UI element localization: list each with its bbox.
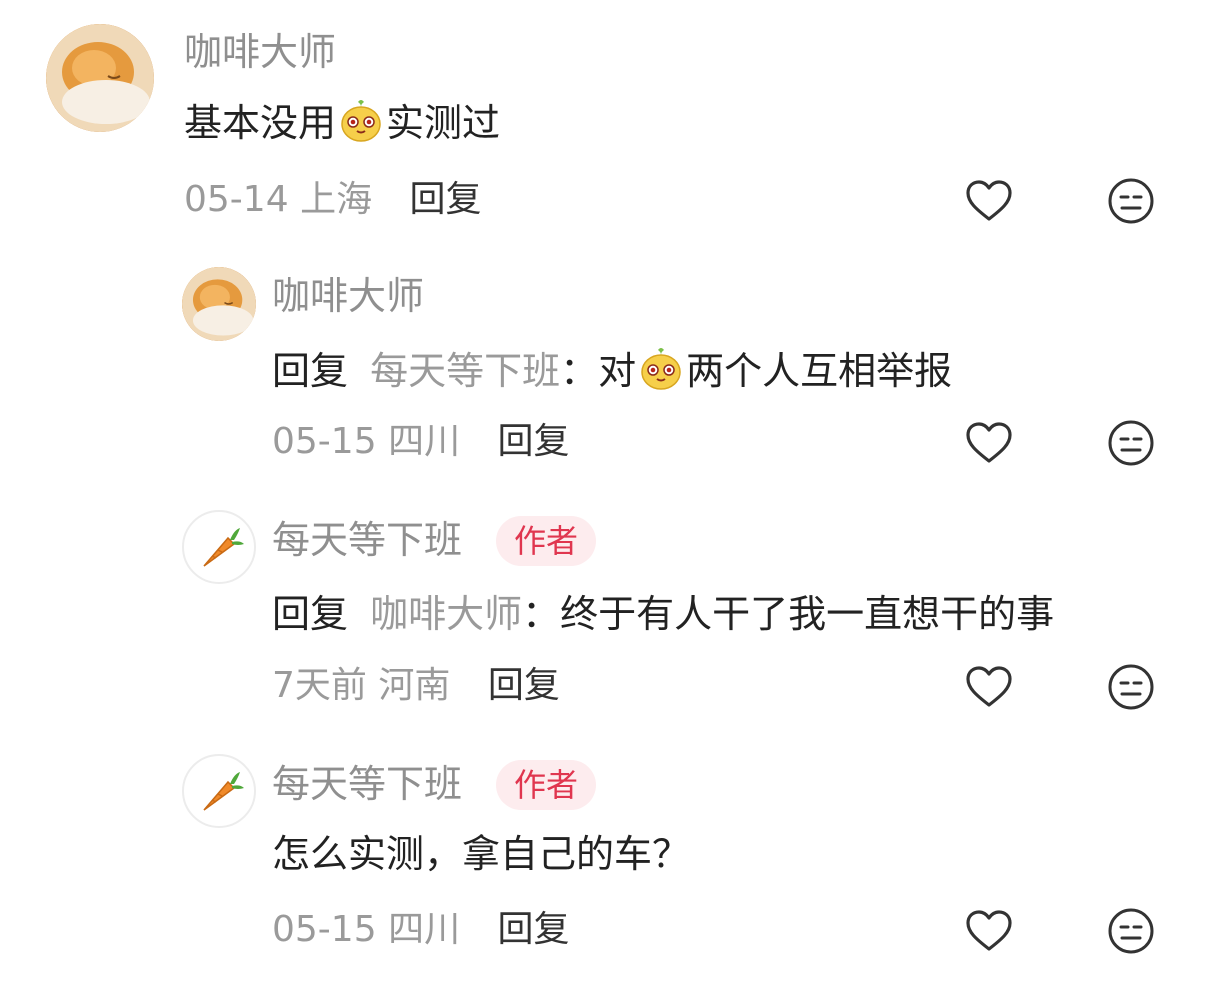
avatar[interactable] <box>182 754 256 828</box>
avatar[interactable] <box>182 510 256 584</box>
comment-meta: 05-14 上海 回复 <box>184 178 482 222</box>
reply-button[interactable]: 回复 <box>498 909 570 950</box>
heart-outline-icon[interactable] <box>964 906 1014 956</box>
neutral-face-icon[interactable] <box>1106 418 1156 468</box>
username[interactable]: 每天等下班 <box>272 762 462 806</box>
avatar[interactable] <box>46 24 154 132</box>
reply-item: 咖啡大师 回复 每天等下班：对 两个人互相举报 05-15 四川 回复 <box>0 250 1220 480</box>
comment-date: 05-15 <box>272 909 377 950</box>
reply-target-username[interactable]: 咖啡大师 <box>370 592 522 636</box>
username[interactable]: 每天等下班 <box>272 518 462 562</box>
comment-meta: 05-15 四川 回复 <box>272 908 570 952</box>
author-badge: 作者 <box>496 760 597 810</box>
comment-text-part: 两个人互相举报 <box>686 349 953 393</box>
reply-text: 怎么实测，拿自己的车？ <box>272 832 691 876</box>
comment-item: 咖啡大师 基本没用 实测过 05-14 上海 回复 <box>0 0 1220 240</box>
reply-button[interactable]: 回复 <box>498 421 570 462</box>
heart-outline-icon[interactable] <box>964 662 1014 712</box>
author-badge: 作者 <box>496 516 597 566</box>
comment-text-part: ：终于有人干了我一直想干的事 <box>522 592 1055 636</box>
mascot-emoji-icon <box>341 100 381 142</box>
cat-avatar-image <box>46 24 154 132</box>
reply-prefix: 回复 <box>272 592 349 636</box>
comment-location: 上海 <box>300 179 373 220</box>
comment-text: 基本没用 实测过 <box>184 98 500 147</box>
reply-prefix: 回复 <box>272 349 349 393</box>
mascot-emoji-icon <box>641 348 681 390</box>
neutral-face-icon[interactable] <box>1106 906 1156 956</box>
heart-outline-icon[interactable] <box>964 418 1014 468</box>
reply-text: 回复 咖啡大师：终于有人干了我一直想干的事 <box>272 590 1054 638</box>
comment-meta: 7天前 河南 回复 <box>272 664 560 708</box>
comment-text-part: 实测过 <box>386 101 501 145</box>
reply-item: 每天等下班 作者 回复 咖啡大师：终于有人干了我一直想干的事 7天前 河南 回复 <box>0 494 1220 734</box>
neutral-face-icon[interactable] <box>1106 662 1156 712</box>
comment-meta: 05-15 四川 回复 <box>272 420 570 464</box>
reply-text: 回复 每天等下班：对 两个人互相举报 <box>272 346 952 395</box>
comment-location: 四川 <box>388 909 461 950</box>
username[interactable]: 咖啡大师 <box>272 274 424 318</box>
avatar[interactable] <box>182 267 256 341</box>
neutral-face-icon[interactable] <box>1106 176 1156 226</box>
comment-date: 05-15 <box>272 421 377 462</box>
heart-outline-icon[interactable] <box>964 176 1014 226</box>
comment-text-part: ：对 <box>560 349 637 393</box>
comment-date: 05-14 <box>184 179 289 220</box>
reply-item: 每天等下班 作者 怎么实测，拿自己的车？ 05-15 四川 回复 <box>0 738 1220 988</box>
comment-location: 河南 <box>378 665 451 706</box>
reply-target-username[interactable]: 每天等下班 <box>370 349 560 393</box>
reply-button[interactable]: 回复 <box>410 179 482 220</box>
comment-text-part: 基本没用 <box>184 101 337 145</box>
comment-date: 7天前 <box>272 665 367 706</box>
cat-avatar-image <box>182 267 256 341</box>
comment-location: 四川 <box>388 421 461 462</box>
reply-button[interactable]: 回复 <box>488 665 560 706</box>
carrot-icon <box>203 772 244 811</box>
carrot-icon <box>203 528 244 567</box>
username[interactable]: 咖啡大师 <box>184 30 336 74</box>
